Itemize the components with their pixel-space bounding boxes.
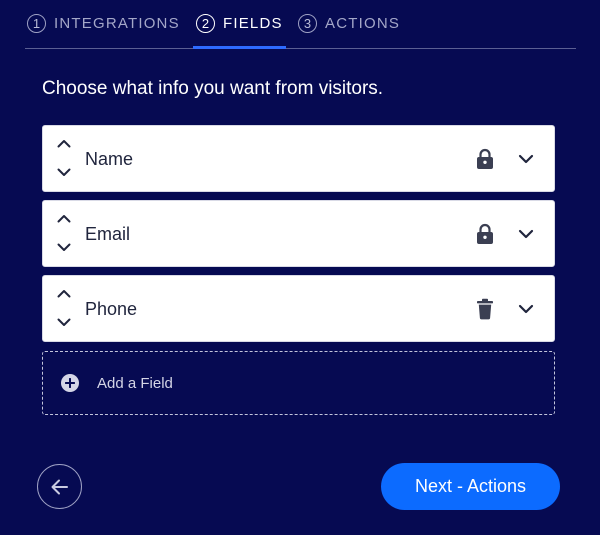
field-name: Email — [85, 224, 131, 244]
next-actions-button[interactable]: Next - Actions — [381, 463, 560, 510]
page-title: Choose what info you want from visitors. — [42, 78, 384, 99]
expand-chevron-icon[interactable] — [517, 302, 535, 316]
lock-icon — [477, 148, 493, 169]
add-field-button[interactable]: Add a Field — [42, 351, 555, 415]
add-field-label: Add a Field — [97, 375, 173, 392]
step-number: 2 — [196, 14, 215, 33]
field-name: Phone — [85, 299, 138, 319]
tab-actions[interactable]: 3 ACTIONS — [298, 0, 400, 47]
lock-icon — [477, 223, 493, 244]
tab-label: INTEGRATIONS — [54, 15, 180, 32]
tab-label: FIELDS — [223, 15, 283, 32]
field-name: Name — [85, 149, 134, 169]
expand-chevron-icon[interactable] — [517, 152, 535, 166]
reorder-handle[interactable] — [55, 214, 73, 256]
field-row-email[interactable]: Email — [42, 200, 555, 267]
reorder-handle[interactable] — [55, 289, 73, 331]
tab-integrations[interactable]: 1 INTEGRATIONS — [27, 0, 180, 47]
chevron-down-icon — [57, 318, 71, 326]
field-row-name[interactable]: Name — [42, 125, 555, 192]
trash-icon[interactable] — [475, 298, 495, 320]
field-row-phone[interactable]: Phone — [42, 275, 555, 342]
arrow-left-icon — [51, 479, 68, 494]
plus-circle-icon — [61, 374, 79, 392]
tab-label: ACTIONS — [325, 15, 401, 32]
chevron-up-icon — [57, 290, 71, 298]
step-number: 3 — [298, 14, 317, 33]
expand-chevron-icon[interactable] — [517, 227, 535, 241]
chevron-down-icon — [57, 168, 71, 176]
reorder-handle[interactable] — [55, 139, 73, 181]
tab-fields[interactable]: 2 FIELDS — [193, 0, 286, 49]
stepper-tabs: 1 INTEGRATIONS 2 FIELDS 3 ACTIONS — [25, 0, 576, 49]
step-number: 1 — [27, 14, 46, 33]
chevron-up-icon — [57, 215, 71, 223]
chevron-down-icon — [57, 243, 71, 251]
chevron-up-icon — [57, 140, 71, 148]
back-button[interactable] — [37, 464, 82, 509]
